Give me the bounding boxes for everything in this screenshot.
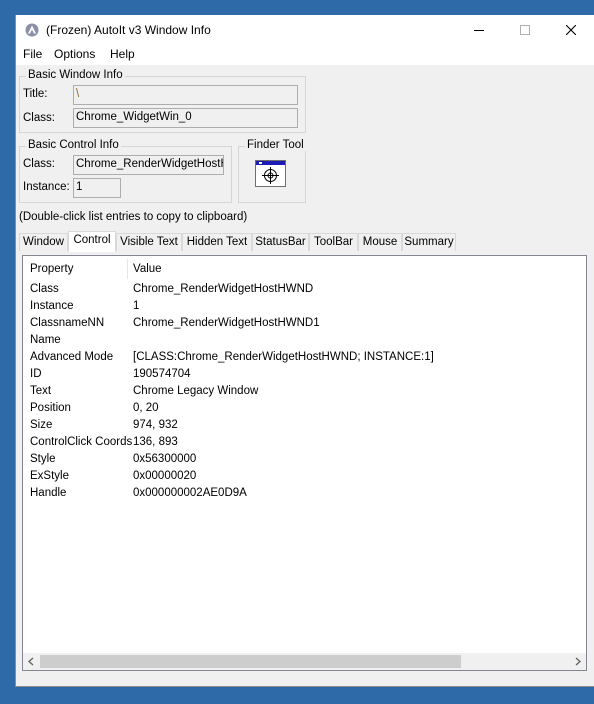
scroll-thumb[interactable] [40, 655, 461, 668]
row-value: 190574704 [133, 368, 191, 380]
finder-tool-button[interactable] [255, 160, 286, 187]
row-value: [CLASS:Chrome_RenderWidgetHostHWND; INST… [133, 351, 434, 363]
chevron-right-icon [575, 657, 581, 666]
scroll-right-button[interactable] [569, 653, 586, 670]
control-instance-field[interactable]: 1 [73, 178, 121, 198]
row-value: 0x000000002AE0D9A [133, 487, 247, 499]
row-value: 0x56300000 [133, 453, 197, 465]
column-header-property[interactable]: Property [30, 263, 73, 275]
maximize-icon [520, 25, 530, 35]
row-property: Name [30, 334, 61, 346]
list-row[interactable]: ID 190574704 [23, 367, 586, 384]
title-bar[interactable]: (Frozen) AutoIt v3 Window Info [16, 15, 594, 45]
tab-control[interactable]: Control [68, 231, 116, 252]
row-value: Chrome_RenderWidgetHostHWND1 [133, 317, 320, 329]
row-value: 1 [133, 300, 140, 312]
window-title-label: Title: [23, 88, 48, 100]
basic-control-info-legend: Basic Control Info [26, 139, 121, 151]
maximize-button[interactable] [502, 15, 548, 45]
crosshair-icon [256, 161, 285, 184]
tab-window[interactable]: Window [19, 233, 68, 251]
row-value: Chrome Legacy Window [133, 385, 259, 397]
scroll-left-button[interactable] [23, 653, 40, 670]
tab-toolbar[interactable]: ToolBar [309, 233, 358, 251]
window-class-field[interactable]: Chrome_WidgetWin_0 [73, 108, 298, 128]
list-row[interactable]: Name [23, 333, 586, 350]
list-row[interactable]: Advanced Mode [CLASS:Chrome_RenderWidgetH… [23, 350, 586, 367]
chevron-left-icon [28, 657, 34, 666]
basic-window-info-legend: Basic Window Info [26, 69, 125, 81]
row-property: ControlClick Coords [30, 436, 133, 448]
row-value: Chrome_RenderWidgetHostHWND [133, 283, 314, 295]
control-class-label: Class: [23, 158, 55, 170]
window-title: (Frozen) AutoIt v3 Window Info [46, 23, 211, 37]
tab-visible-text[interactable]: Visible Text [116, 233, 182, 251]
property-list[interactable]: Property Value Class Chrome_RenderWidgetH… [22, 255, 587, 671]
row-property: Text [30, 385, 52, 397]
row-value: 0x00000020 [133, 470, 197, 482]
window-class-label: Class: [23, 112, 55, 124]
minimize-icon [474, 30, 484, 31]
row-property: ClassnameNN [30, 317, 105, 329]
minimize-button[interactable] [456, 15, 502, 45]
list-row[interactable]: Text Chrome Legacy Window [23, 384, 586, 401]
control-instance-label: Instance: [23, 181, 70, 193]
row-property: Handle [30, 487, 67, 499]
control-class-field[interactable]: Chrome_RenderWidgetHostH\ [73, 155, 224, 175]
menu-options[interactable]: Options [54, 47, 95, 61]
autoit-window-info-window: (Frozen) AutoIt v3 Window Info File Opti… [15, 15, 594, 687]
tab-mouse[interactable]: Mouse [358, 233, 402, 251]
list-row[interactable]: ExStyle 0x00000020 [23, 469, 586, 486]
row-value: 974, 932 [133, 419, 178, 431]
tab-hidden-text[interactable]: Hidden Text [182, 233, 252, 251]
row-value: 136, 893 [133, 436, 178, 448]
row-property: Position [30, 402, 71, 414]
row-value: 0, 20 [133, 402, 159, 414]
tab-summary[interactable]: Summary [402, 233, 456, 251]
menu-file[interactable]: File [23, 47, 42, 61]
row-property: Advanced Mode [30, 351, 114, 363]
close-button[interactable] [548, 15, 594, 45]
list-row[interactable]: Instance 1 [23, 299, 586, 316]
menu-help[interactable]: Help [110, 47, 135, 61]
finder-tool-legend: Finder Tool [245, 139, 306, 151]
list-row[interactable]: Style 0x56300000 [23, 452, 586, 469]
close-icon [566, 25, 576, 35]
horizontal-scrollbar[interactable] [23, 653, 586, 670]
list-row[interactable]: Position 0, 20 [23, 401, 586, 418]
list-header: Property Value [23, 256, 586, 282]
copy-hint-text: (Double-click list entries to copy to cl… [19, 211, 248, 223]
row-property: Class [30, 283, 59, 295]
row-property: Size [30, 419, 53, 431]
window-title-field[interactable]: \ [73, 85, 298, 105]
list-row[interactable]: Class Chrome_RenderWidgetHostHWND [23, 282, 586, 299]
row-property: Style [30, 453, 56, 465]
row-property: Instance [30, 300, 74, 312]
list-row[interactable]: Size 974, 932 [23, 418, 586, 435]
menu-bar: File Options Help [16, 45, 594, 65]
row-property: ID [30, 368, 42, 380]
row-property: ExStyle [30, 470, 69, 482]
column-header-value[interactable]: Value [133, 263, 162, 275]
list-row[interactable]: Handle 0x000000002AE0D9A [23, 486, 586, 503]
list-row[interactable]: ControlClick Coords 136, 893 [23, 435, 586, 452]
tab-statusbar[interactable]: StatusBar [252, 233, 309, 251]
column-divider[interactable] [127, 259, 128, 279]
autoit-app-icon [25, 23, 39, 37]
list-row[interactable]: ClassnameNN Chrome_RenderWidgetHostHWND1 [23, 316, 586, 333]
